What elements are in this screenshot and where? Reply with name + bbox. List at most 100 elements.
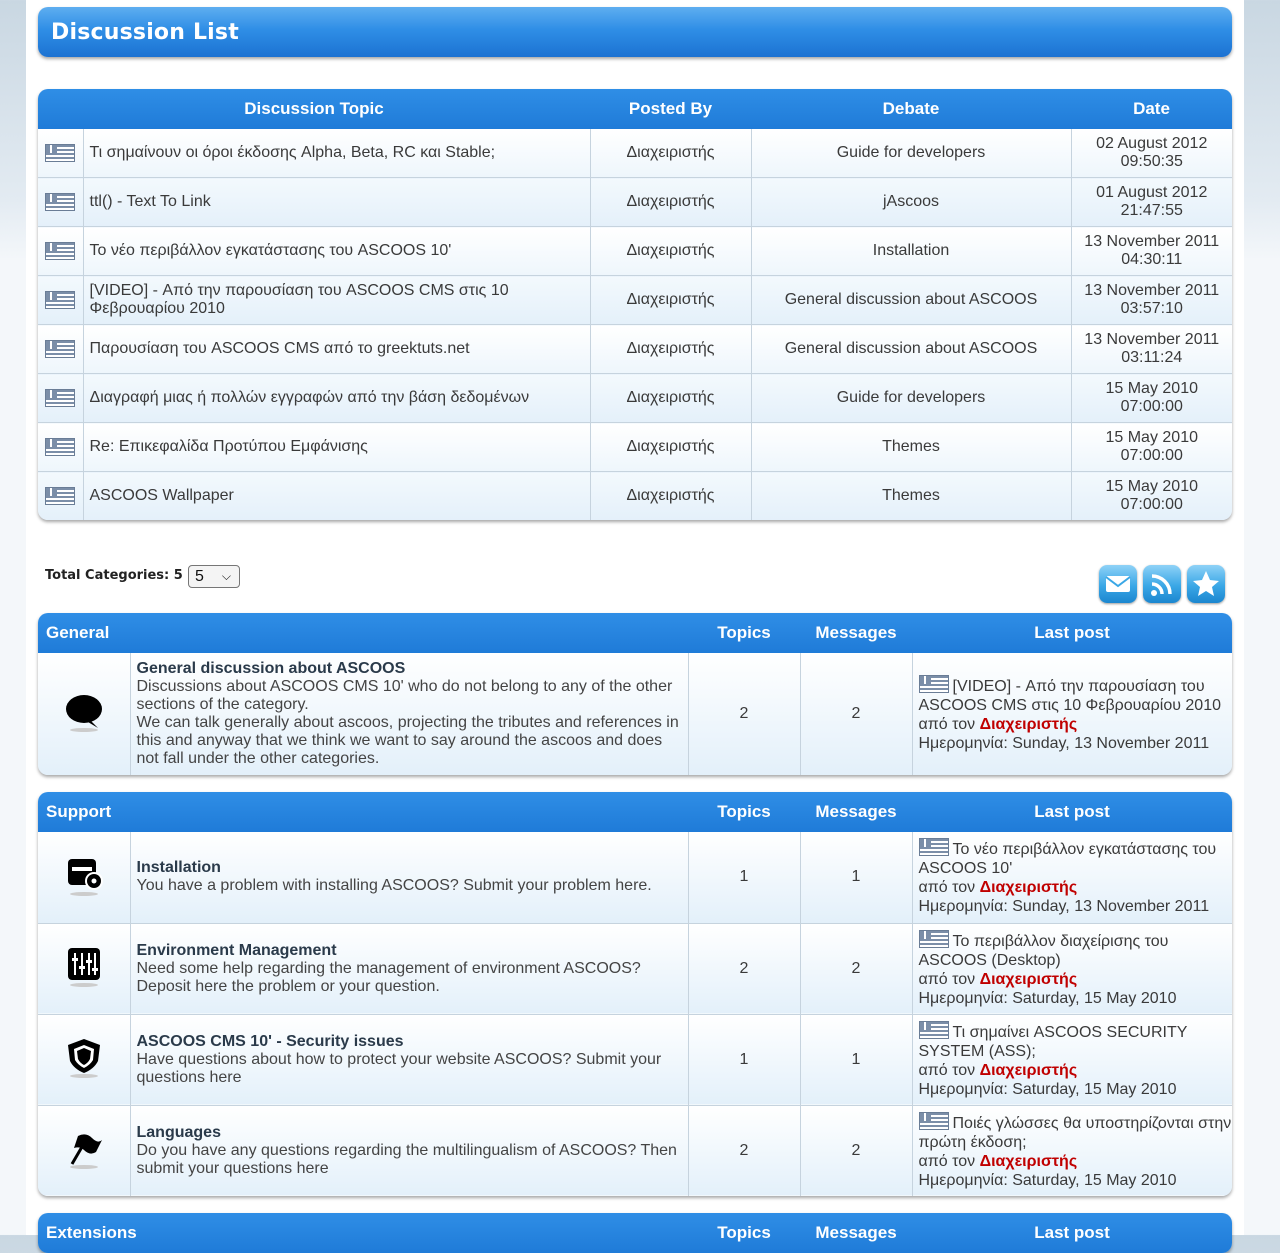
- header-messages: Messages: [800, 613, 912, 653]
- forum-icon-cell: [38, 1014, 131, 1106]
- time: 09:50:35: [1120, 153, 1183, 170]
- date-cell: 15 May 2010 07:00:00: [1071, 471, 1232, 520]
- forum-messages-count: 2: [800, 1105, 913, 1196]
- last-post-by-label: από τον: [918, 970, 980, 988]
- last-post-date: Sunday, 13 November 2011: [1012, 735, 1210, 752]
- debate-link[interactable]: Themes: [751, 422, 1072, 472]
- posted-by[interactable]: Διαχειριστής: [590, 422, 752, 472]
- forum-info: Installation You have a problem with inst…: [130, 832, 689, 924]
- topic-link[interactable]: ttl() - Text To Link: [83, 177, 591, 227]
- debate-link[interactable]: Themes: [751, 471, 1072, 520]
- last-post-user[interactable]: Διαχειριστής: [980, 716, 1078, 733]
- category-name[interactable]: General: [38, 613, 688, 653]
- flag-cell: [38, 422, 84, 472]
- debate-link[interactable]: Guide for developers: [751, 373, 1072, 423]
- last-post-by-label: από τον: [918, 879, 980, 897]
- last-post-user[interactable]: Διαχειριστής: [980, 1062, 1078, 1079]
- forum-title[interactable]: Environment Management: [137, 942, 688, 960]
- rss-icon[interactable]: [1143, 565, 1181, 603]
- forum-description-extra: We can talk generally about ascoos, proj…: [136, 714, 679, 767]
- select-value: 5: [195, 568, 204, 585]
- forum-title[interactable]: ASCOOS CMS 10' - Security issues: [137, 1033, 688, 1051]
- topic-link[interactable]: Re: Επικεφαλίδα Προτύπου Εμφάνισης: [83, 422, 591, 472]
- forum-title[interactable]: Installation: [137, 859, 688, 877]
- header-topics: Topics: [688, 613, 800, 653]
- category-table: General Topics Messages Last post General di…: [38, 613, 1232, 775]
- table-row: Το νέο περιβάλλον εγκατάστασης του ASCOO…: [38, 226, 1232, 276]
- total-categories-label: Total Categories: 5: [45, 568, 183, 583]
- table-row: ASCOOS Wallpaper Διαχειριστής Themes 15 May…: [38, 471, 1232, 520]
- date: 15 May 2010: [1105, 380, 1198, 397]
- topic-link[interactable]: ASCOOS Wallpaper: [83, 471, 591, 520]
- debate-link[interactable]: General discussion about ASCOOS: [751, 324, 1072, 374]
- debate-link[interactable]: jAscoos: [751, 177, 1072, 227]
- last-post-by-label: από τον: [918, 716, 980, 733]
- install-disk-icon: [62, 858, 106, 901]
- debate-link[interactable]: General discussion about ASCOOS: [751, 275, 1072, 325]
- forum-title[interactable]: General discussion about ASCOOS: [137, 660, 688, 678]
- last-post-user[interactable]: Διαχειριστής: [980, 971, 1078, 988]
- date: 13 November 2011: [1084, 282, 1220, 299]
- category-name[interactable]: Support: [38, 792, 688, 832]
- date-cell: 13 November 2011 03:57:10: [1071, 275, 1232, 325]
- date-cell: 15 May 2010 07:00:00: [1071, 373, 1232, 423]
- posted-by[interactable]: Διαχειριστής: [590, 373, 752, 423]
- forum-title[interactable]: Languages: [137, 1124, 688, 1142]
- last-post-date: Saturday, 15 May 2010: [1012, 1171, 1177, 1189]
- date-cell: 02 August 2012 09:50:35: [1071, 129, 1232, 178]
- last-post-cell: Ποιές γλώσσες θα υποστηρίζονται στην πρώ…: [912, 1105, 1232, 1196]
- star-icon[interactable]: [1187, 565, 1225, 603]
- greek-flag-icon: [918, 838, 949, 857]
- debate-link[interactable]: Guide for developers: [751, 129, 1072, 178]
- header-posted-by: Posted By: [590, 89, 751, 129]
- forum-info: Environment Management Need some help reg…: [130, 923, 689, 1015]
- topic-link[interactable]: Το νέο περιβάλλον εγκατάστασης του ASCOO…: [83, 226, 591, 276]
- date: 02 August 2012: [1096, 135, 1208, 152]
- last-post-user[interactable]: Διαχειριστής: [980, 879, 1078, 896]
- last-post-title[interactable]: [VIDEO] - Από την παρουσίαση του ASCOOS …: [919, 678, 1222, 714]
- last-post-title[interactable]: Τι σημαίνει ASCOOS SECURITY SYSTEM (ASS)…: [919, 1024, 1188, 1060]
- flag-cell: [38, 324, 84, 374]
- forum-icon-cell: [38, 1105, 131, 1196]
- date: 13 November 2011: [1084, 331, 1220, 348]
- forum-row: Languages Do you have any questions regar…: [38, 1105, 1232, 1196]
- table-row: Διαγραφή μιας ή πολλών εγγραφών από την …: [38, 373, 1232, 423]
- forum-info: ASCOOS CMS 10' - Security issues Have que…: [130, 1014, 689, 1106]
- table-row: Τι σημαίνουν οι όροι έκδοσης Alpha, Beta…: [38, 129, 1232, 178]
- last-post-title[interactable]: Το νέο περιβάλλον εγκατάστασης του ASCOO…: [919, 841, 1217, 877]
- topic-link[interactable]: [VIDEO] - Από την παρουσίαση του ASCOOS …: [83, 275, 591, 325]
- posted-by[interactable]: Διαχειριστής: [590, 324, 752, 374]
- chevron-down-icon: ⌵: [221, 569, 231, 583]
- posted-by[interactable]: Διαχειριστής: [590, 226, 752, 276]
- posted-by[interactable]: Διαχειριστής: [590, 129, 752, 178]
- posted-by[interactable]: Διαχειριστής: [590, 471, 752, 520]
- posted-by[interactable]: Διαχειριστής: [590, 275, 752, 325]
- forum-messages-count: 1: [800, 832, 913, 924]
- debate-link[interactable]: Installation: [751, 226, 1072, 276]
- topic-link[interactable]: Τι σημαίνουν οι όροι έκδοσης Alpha, Beta…: [83, 129, 591, 178]
- posted-by[interactable]: Διαχειριστής: [590, 177, 752, 227]
- greek-flag-icon: [45, 143, 76, 162]
- categories-per-page-select[interactable]: 5 ⌵: [188, 565, 240, 588]
- flag-icon: [62, 1134, 106, 1174]
- forum-row: ASCOOS CMS 10' - Security issues Have que…: [38, 1014, 1232, 1106]
- last-post-cell: [VIDEO] - Από την παρουσίαση του ASCOOS …: [912, 653, 1232, 775]
- category-name[interactable]: Extensions: [38, 1213, 689, 1253]
- greek-flag-icon: [918, 1111, 949, 1130]
- topic-link[interactable]: Παρουσίαση του ASCOOS CMS από το greektu…: [83, 324, 591, 374]
- time: 03:57:10: [1120, 300, 1183, 317]
- date-cell: 01 August 2012 21:47:55: [1071, 177, 1232, 227]
- time: 21:47:55: [1120, 202, 1183, 219]
- header-debate: Debate: [751, 89, 1071, 129]
- date: 15 May 2010: [1105, 429, 1198, 446]
- last-post-title[interactable]: Ποιές γλώσσες θα υποστηρίζονται στην πρώ…: [919, 1115, 1232, 1151]
- date: 13 November 2011: [1084, 233, 1220, 250]
- topic-link[interactable]: Διαγραφή μιας ή πολλών εγγραφών από την …: [83, 373, 591, 423]
- forum-topics-count: 2: [688, 923, 801, 1015]
- mail-icon[interactable]: [1099, 565, 1137, 603]
- last-post-title[interactable]: Το περιβάλλον διαχείρισης του ASCOOS (De…: [919, 933, 1169, 969]
- header-messages: Messages: [800, 792, 912, 832]
- last-post-user[interactable]: Διαχειριστής: [980, 1153, 1078, 1170]
- table-row: [VIDEO] - Από την παρουσίαση του ASCOOS …: [38, 275, 1232, 325]
- forum-description: Need some help regarding the management …: [136, 959, 641, 995]
